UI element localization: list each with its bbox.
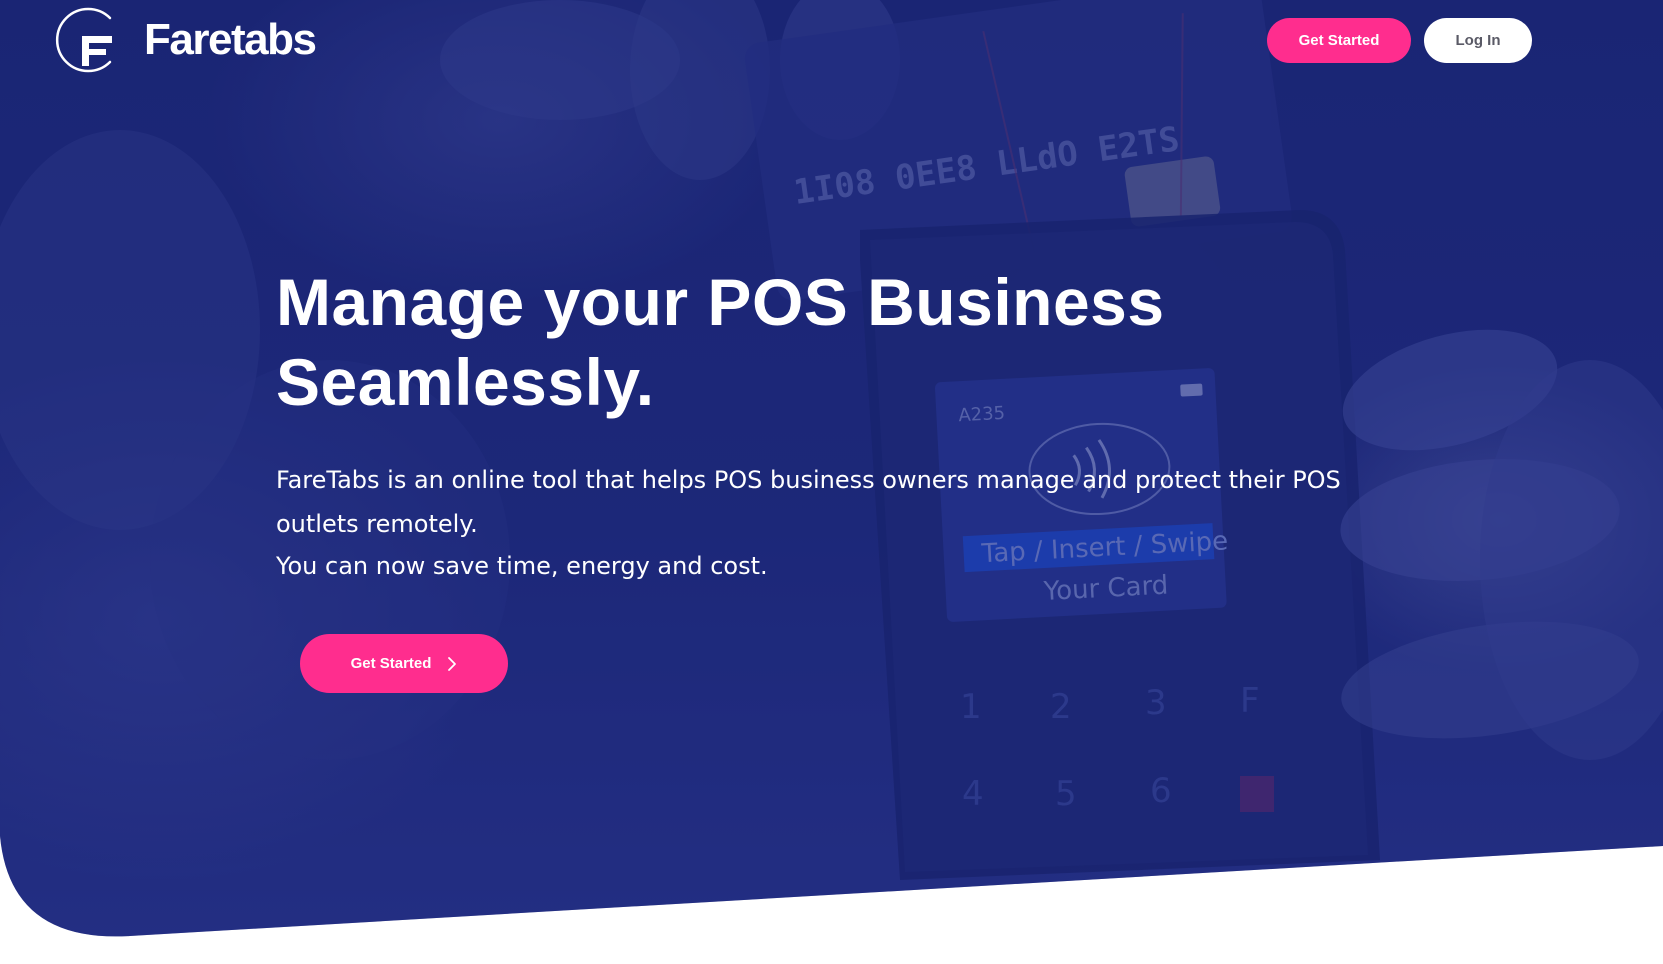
hero-description-secondary: You can now save time, energy and cost. bbox=[276, 552, 768, 580]
chevron-right-icon bbox=[448, 656, 457, 671]
hero-get-started-label: Get Started bbox=[350, 655, 432, 672]
faretabs-logo-icon bbox=[55, 7, 112, 73]
hero-headline-line1: Manage your POS Business bbox=[276, 265, 1165, 339]
hero-headline: Manage your POS Business Seamlessly. bbox=[276, 262, 1276, 422]
brand-name: Faretabs bbox=[144, 15, 317, 64]
hero-description: FareTabs is an online tool that helps PO… bbox=[276, 466, 1341, 538]
landing-page: 1I08 0EE8 LLdO E2TS A235 Tap / Insert / … bbox=[0, 0, 1663, 964]
header-get-started-button[interactable]: Get Started bbox=[1267, 18, 1411, 63]
brand-logo[interactable]: Faretabs bbox=[52, 6, 317, 74]
hero-headline-line2: Seamlessly. bbox=[276, 345, 655, 419]
hero-get-started-button[interactable]: Get Started bbox=[300, 634, 508, 693]
login-button[interactable]: Log In bbox=[1424, 18, 1532, 63]
